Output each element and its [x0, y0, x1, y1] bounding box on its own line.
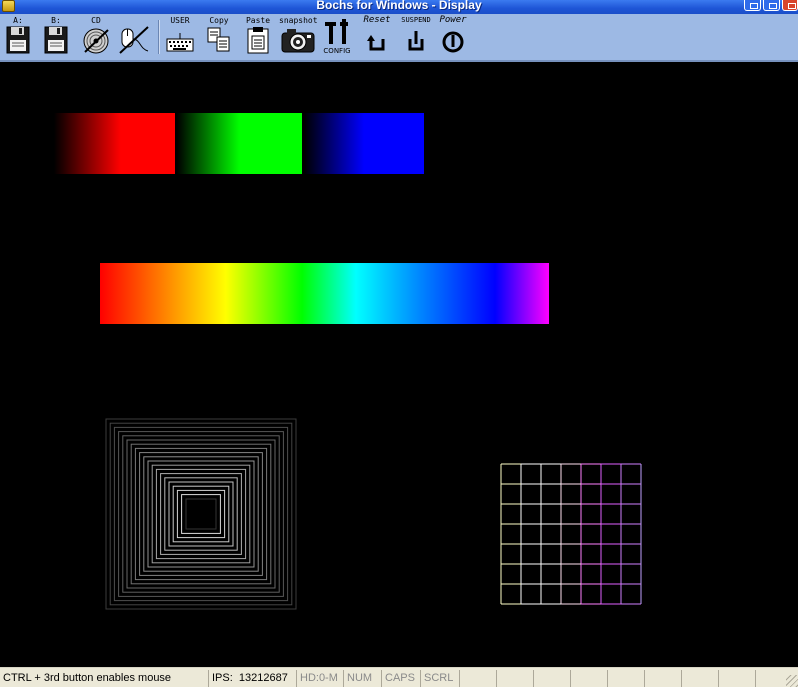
status-bar: CTRL + 3rd button enables mouse IPS: 132…: [0, 667, 798, 687]
window-title: Bochs for Windows - Display: [316, 0, 482, 12]
power-button[interactable]: Power: [436, 16, 470, 58]
square-ring: [147, 460, 255, 568]
square-ring: [113, 426, 289, 602]
color-grid-graphic: [500, 463, 642, 605]
floppy-a-button[interactable]: A:: [3, 16, 33, 58]
power-icon: [442, 31, 464, 53]
square-ring: [151, 464, 251, 564]
status-panel-empty: [496, 670, 532, 687]
num-lock-indicator: NUM: [343, 670, 380, 687]
spectrum-bar: [100, 263, 549, 324]
paste-label: Paste: [245, 16, 271, 25]
copy-label: Copy: [209, 16, 229, 25]
paste-button[interactable]: Paste: [243, 16, 273, 58]
hd-indicator: HD:0-M: [296, 670, 342, 687]
ips-value: 13212687: [238, 672, 288, 684]
cdrom-label: CD: [91, 16, 101, 25]
user-label: USER: [170, 16, 190, 25]
ips-indicator: IPS: 13212687: [208, 670, 295, 687]
status-panel-empty: [570, 670, 606, 687]
mouse-label: [117, 16, 153, 25]
close-button[interactable]: [782, 0, 798, 11]
reset-button[interactable]: Reset: [360, 16, 394, 58]
config-button[interactable]: CONFIG: [321, 16, 353, 58]
minimize-button[interactable]: [744, 0, 761, 11]
title-bar[interactable]: Bochs for Windows - Display: [0, 0, 798, 14]
concentric-squares-graphic: [105, 418, 297, 610]
copy-button[interactable]: Copy: [204, 16, 234, 58]
red-fade-bar: [54, 113, 175, 174]
status-panel-empty: [644, 670, 680, 687]
ips-label: IPS:: [212, 672, 233, 684]
status-panel-empty: [459, 670, 495, 687]
square-ring: [134, 447, 268, 581]
square-ring: [109, 422, 293, 606]
reset-arrow-icon: [367, 35, 385, 51]
copy-icon: [207, 27, 230, 52]
status-panel-empty: [533, 670, 569, 687]
suspend-label: SUSPEND: [401, 16, 431, 24]
square-ring: [176, 489, 226, 539]
maximize-button[interactable]: [763, 0, 780, 11]
cd-disc-icon: [83, 28, 109, 54]
reset-label: Reset: [363, 15, 391, 25]
floppy-disk-icon: [44, 26, 68, 54]
toolbar-separator: [158, 20, 160, 54]
mouse-button[interactable]: [117, 16, 153, 58]
config-tools-icon: [325, 19, 348, 44]
square-ring: [164, 477, 238, 551]
snapshot-label: snapshot: [279, 16, 318, 25]
status-panel-empty: [681, 670, 717, 687]
suspend-button[interactable]: SUSPEND: [398, 16, 434, 58]
suspend-icon: [408, 31, 424, 51]
scroll-lock-indicator: SCRL: [420, 670, 458, 687]
snapshot-button[interactable]: snapshot: [279, 16, 318, 58]
square-ring: [126, 439, 276, 589]
vga-display[interactable]: [0, 64, 798, 667]
caps-lock-indicator: CAPS: [381, 670, 419, 687]
floppy-a-label: A:: [13, 16, 23, 25]
clipboard-paste-icon: [247, 27, 269, 54]
square-ring: [105, 418, 297, 610]
keyboard-icon: [166, 33, 194, 52]
square-center: [185, 498, 217, 530]
resize-grip[interactable]: [786, 675, 798, 687]
status-panel-empty: [607, 670, 643, 687]
power-label: Power: [439, 15, 467, 25]
square-ring: [181, 494, 221, 534]
cdrom-button[interactable]: CD: [80, 16, 112, 58]
mouse-icon: [119, 26, 149, 54]
square-ring: [168, 481, 234, 547]
floppy-b-button[interactable]: B:: [41, 16, 71, 58]
config-label: CONFIG: [323, 47, 351, 55]
user-button[interactable]: USER: [164, 16, 196, 58]
floppy-disk-icon: [6, 26, 30, 54]
blue-fade-bar: [304, 113, 424, 174]
green-fade-bar: [177, 113, 302, 174]
square-ring: [155, 468, 247, 560]
status-panel-empty: [718, 670, 754, 687]
bochs-window: Bochs for Windows - Display A: B: CD USE…: [0, 0, 798, 687]
floppy-b-label: B:: [51, 16, 61, 25]
square-ring: [139, 452, 263, 576]
toolbar: A: B: CD USER Copy Paste snapshot CONFIG…: [0, 14, 798, 62]
camera-icon: [281, 29, 315, 53]
status-message: CTRL + 3rd button enables mouse: [3, 672, 172, 684]
square-ring: [122, 435, 280, 593]
